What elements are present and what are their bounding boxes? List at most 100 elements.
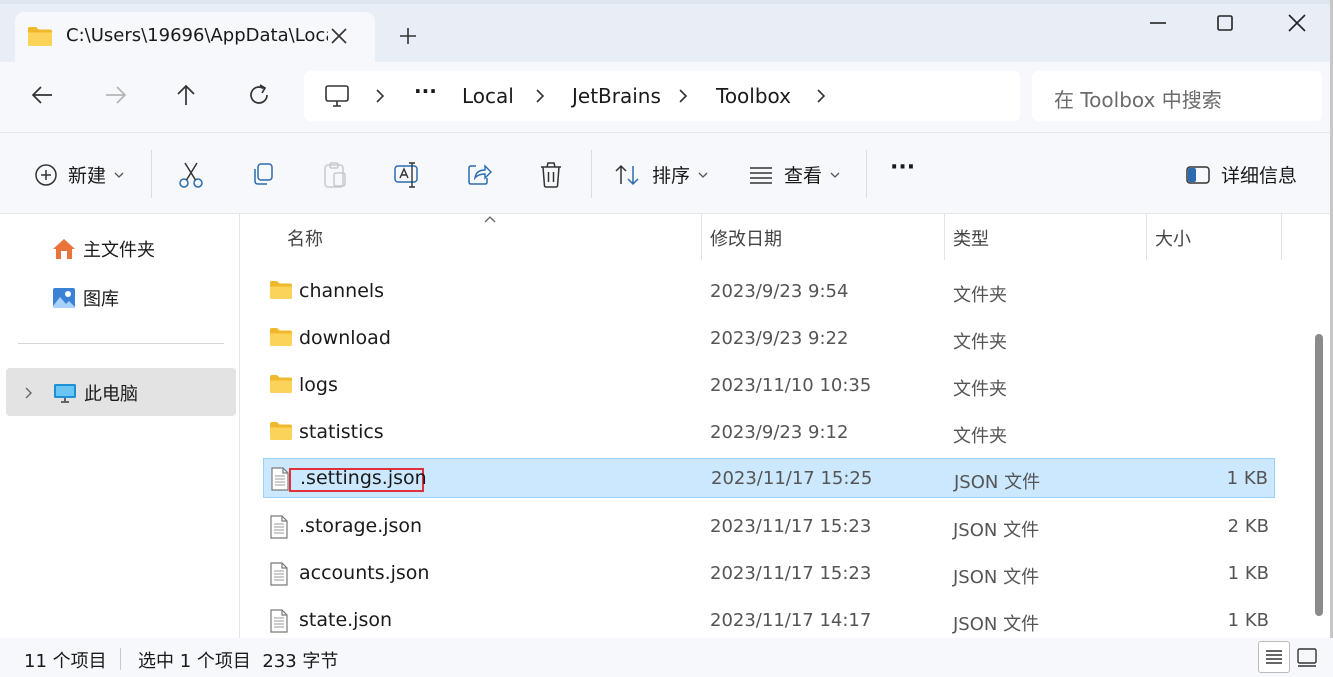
search-placeholder[interactable]: 在 Toolbox 中搜索: [1054, 84, 1222, 113]
document-icon: [270, 467, 290, 491]
table-row[interactable]: .storage.json 2023/11/17 15:23 JSON 文件 2…: [263, 507, 1275, 547]
breadcrumb-jetbrains[interactable]: JetBrains: [572, 84, 661, 108]
table-row-selected[interactable]: .settings.json 2023/11/17 15:25 JSON 文件 …: [263, 458, 1275, 498]
column-header-label: 修改日期: [710, 229, 782, 250]
table-row[interactable]: logs 2023/11/10 10:35 文件夹: [263, 366, 1275, 406]
details-label: 详细信息: [1221, 165, 1298, 187]
forward-arrow-icon[interactable]: [102, 82, 128, 108]
breadcrumb-more[interactable]: ···: [414, 79, 437, 103]
sidebar-item-this-pc[interactable]: 此电脑: [22, 380, 138, 406]
chevron-right-icon[interactable]: [677, 88, 689, 104]
new-button[interactable]: 新建: [34, 161, 124, 188]
view-button[interactable]: 查看: [748, 161, 840, 188]
rename-icon[interactable]: [393, 161, 421, 189]
this-pc-icon: [52, 382, 78, 404]
file-name[interactable]: state.json: [299, 609, 392, 631]
back-arrow-icon[interactable]: [30, 82, 56, 108]
file-date: 2023/11/17 15:23: [710, 563, 872, 584]
command-bar: 新建 排序 查看 ··· 详细信息: [0, 132, 1333, 214]
file-type: JSON 文件: [953, 567, 1040, 588]
gallery-icon: [51, 286, 77, 310]
column-header-date[interactable]: 修改日期: [702, 214, 944, 260]
column-header-label: 大小: [1155, 229, 1191, 250]
file-size: 1 KB: [1226, 468, 1268, 489]
file-type: JSON 文件: [954, 472, 1041, 493]
computer-icon[interactable]: [324, 84, 350, 108]
copy-icon[interactable]: [250, 161, 276, 187]
scrollbar-thumb[interactable]: [1315, 334, 1323, 616]
details-view-icon[interactable]: [1258, 641, 1290, 673]
address-bar[interactable]: ··· Local JetBrains Toolbox: [304, 71, 1020, 121]
file-name[interactable]: .storage.json: [299, 515, 422, 537]
chevron-right-icon[interactable]: [815, 88, 827, 104]
delete-icon[interactable]: [538, 161, 564, 189]
file-date: 2023/11/10 10:35: [710, 375, 872, 396]
folder-icon: [27, 25, 53, 47]
file-size: 1 KB: [1227, 563, 1269, 584]
file-name[interactable]: download: [299, 327, 391, 349]
file-type: JSON 文件: [953, 614, 1040, 635]
table-row[interactable]: download 2023/9/23 9:22 文件夹: [263, 319, 1275, 359]
column-header-name[interactable]: 名称: [241, 214, 701, 260]
minimize-icon[interactable]: [1148, 21, 1168, 25]
column-divider[interactable]: [1281, 214, 1282, 260]
close-window-icon[interactable]: [1286, 12, 1308, 34]
breadcrumb-local[interactable]: Local: [462, 84, 514, 108]
new-tab-icon[interactable]: [394, 22, 422, 50]
up-arrow-icon[interactable]: [173, 82, 199, 108]
file-name[interactable]: logs: [299, 374, 338, 396]
paste-icon[interactable]: [322, 161, 348, 189]
more-options-button[interactable]: ···: [890, 155, 915, 180]
share-icon[interactable]: [466, 161, 492, 187]
status-divider: [120, 648, 121, 670]
column-header-size[interactable]: 大小: [1147, 214, 1281, 260]
file-name[interactable]: statistics: [299, 421, 384, 443]
sidebar-item-home[interactable]: 主文件夹: [51, 236, 155, 262]
file-type: JSON 文件: [953, 520, 1040, 541]
search-box[interactable]: 在 Toolbox 中搜索: [1032, 71, 1322, 121]
tab-current-folder[interactable]: C:\Users\19696\AppData\Loca: [15, 12, 375, 62]
document-icon: [269, 515, 289, 539]
large-icons-view-icon[interactable]: [1296, 647, 1318, 667]
file-date: 2023/11/17 15:25: [711, 468, 873, 489]
toolbar-divider: [151, 150, 152, 198]
breadcrumb-toolbox[interactable]: Toolbox: [716, 84, 791, 108]
file-name[interactable]: .settings.json: [300, 467, 427, 489]
chevron-right-icon[interactable]: [22, 385, 36, 401]
tab-title: C:\Users\19696\AppData\Loca: [66, 25, 328, 46]
folder-icon: [269, 327, 293, 347]
details-pane-button[interactable]: 详细信息: [1185, 161, 1297, 188]
close-tab-icon[interactable]: [327, 24, 351, 48]
details-pane-icon: [1185, 165, 1211, 185]
file-date: 2023/11/17 14:17: [710, 610, 872, 631]
file-date: 2023/9/23 9:12: [710, 422, 849, 443]
chevron-right-icon[interactable]: [374, 88, 386, 104]
sort-label: 排序: [652, 165, 691, 187]
sort-button[interactable]: 排序: [614, 161, 708, 188]
refresh-icon[interactable]: [246, 82, 272, 108]
table-row[interactable]: accounts.json 2023/11/17 15:23 JSON 文件 1…: [263, 554, 1275, 594]
maximize-icon[interactable]: [1215, 13, 1235, 33]
table-row[interactable]: statistics 2023/9/23 9:12 文件夹: [263, 413, 1275, 453]
file-type: 文件夹: [953, 379, 1007, 400]
file-name[interactable]: channels: [299, 280, 384, 302]
sidebar-item-gallery[interactable]: 图库: [51, 285, 119, 311]
document-icon: [269, 609, 289, 633]
title-bar-top-strip: [0, 0, 1333, 4]
chevron-down-icon: [698, 171, 708, 179]
table-row[interactable]: channels 2023/9/23 9:54 文件夹: [263, 272, 1275, 312]
title-bar: C:\Users\19696\AppData\Loca: [0, 0, 1333, 62]
table-row[interactable]: state.json 2023/11/17 14:17 JSON 文件 1 KB: [263, 601, 1275, 641]
view-list-icon: [748, 165, 774, 185]
cut-icon[interactable]: [178, 161, 204, 189]
sidebar-divider: [18, 343, 224, 344]
navigation-pane: 主文件夹 图库 此电脑: [0, 214, 240, 638]
file-date: 2023/9/23 9:22: [710, 328, 849, 349]
file-name[interactable]: accounts.json: [299, 562, 429, 584]
chevron-right-icon[interactable]: [534, 88, 546, 104]
column-header-type[interactable]: 类型: [945, 214, 1146, 260]
sort-icon: [614, 163, 642, 187]
folder-icon: [269, 280, 293, 300]
view-label: 查看: [784, 165, 823, 187]
column-header-label: 名称: [287, 229, 323, 250]
